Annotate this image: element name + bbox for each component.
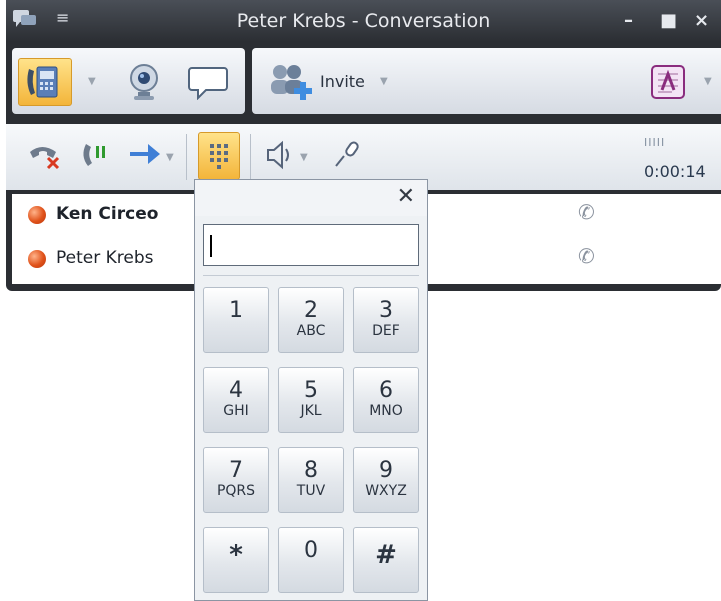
key-letters: ABC [296, 323, 326, 339]
participant-name: Peter Krebs [56, 248, 154, 268]
key-letters: MNO [369, 403, 403, 419]
presence-busy-icon [28, 250, 46, 268]
close-dialpad-button[interactable]: ✕ [397, 184, 415, 209]
maximize-button[interactable]: ■ [660, 10, 677, 31]
dial-key-1[interactable]: 1 [203, 287, 269, 353]
phone-call-button[interactable] [18, 58, 72, 106]
dial-key-4[interactable]: 4 GHI [203, 367, 269, 433]
dial-key-0[interactable]: 0 [278, 527, 344, 593]
dial-key-2[interactable]: 2 ABC [278, 287, 344, 353]
dial-number-input[interactable] [203, 224, 419, 266]
key-digit: 4 [229, 378, 243, 403]
window-title: Peter Krebs - Conversation [236, 10, 491, 32]
dial-key-9[interactable]: 9 WXYZ [353, 447, 419, 513]
key-letters: PQRS [216, 483, 256, 499]
toolbar-separator [186, 134, 187, 180]
dial-key-3[interactable]: 3 DEF [353, 287, 419, 353]
dial-pad-separator [203, 275, 419, 276]
phone-dropdown-icon[interactable]: ▼ [88, 76, 96, 87]
key-digit: 5 [304, 378, 318, 403]
transfer-dropdown-icon[interactable]: ▼ [166, 152, 174, 163]
onenote-icon[interactable] [648, 62, 688, 102]
key-digit: 1 [229, 298, 243, 323]
main-toolbar: ▼ Invite ▼ ▼ [6, 42, 721, 122]
key-digit: 0 [304, 538, 318, 563]
key-digit: 3 [379, 298, 393, 323]
communication-group: ▼ [12, 48, 245, 114]
handset-icon: ✆ [578, 200, 595, 224]
invite-group: Invite ▼ ▼ [252, 48, 721, 114]
key-digit: # [375, 540, 397, 570]
call-timer: 0:00:14 [644, 162, 706, 181]
onenote-dropdown-icon[interactable]: ▼ [704, 76, 712, 87]
microphone-icon[interactable] [332, 140, 362, 170]
signal-strength-indicator: IIIII [644, 136, 666, 149]
key-digit: 7 [229, 458, 243, 483]
dial-key-hash[interactable]: # [353, 527, 419, 593]
key-letters: DEF [372, 323, 400, 339]
webcam-icon[interactable] [126, 62, 162, 102]
dial-key-star[interactable]: * [203, 527, 269, 593]
dial-key-8[interactable]: 8 TUV [278, 447, 344, 513]
key-letters: GHI [223, 403, 249, 419]
key-letters: JKL [300, 403, 322, 419]
phone-call-icon [27, 66, 58, 98]
instant-message-icon[interactable] [188, 64, 228, 100]
dial-key-6[interactable]: 6 MNO [353, 367, 419, 433]
toolbar-separator [250, 134, 251, 180]
hold-icon[interactable] [78, 140, 110, 170]
close-button[interactable]: × [694, 10, 709, 31]
text-caret [210, 235, 212, 257]
key-digit: 6 [379, 378, 393, 403]
dial-pad-icon [210, 144, 228, 169]
title-bar[interactable]: ≡ Peter Krebs - Conversation – ■ × [6, 0, 721, 42]
dial-pad-header: ✕ [195, 180, 427, 216]
handset-icon: ✆ [578, 244, 595, 268]
key-letters: WXYZ [365, 483, 407, 499]
participant-name: Ken Circeo [56, 204, 159, 224]
invite-dropdown-icon[interactable]: ▼ [380, 76, 388, 87]
invite-people-icon[interactable] [266, 60, 314, 104]
key-digit: * [229, 540, 243, 570]
dial-pad-popup: ✕ 1 2 ABC 3 DEF 4 GHI 5 JKL 6 MNO 7 PQRS… [194, 179, 428, 601]
minimize-button[interactable]: – [624, 10, 633, 31]
key-letters: TUV [296, 483, 326, 499]
transfer-icon[interactable] [128, 140, 164, 170]
presence-busy-icon [28, 206, 46, 224]
speaker-icon[interactable] [264, 140, 294, 170]
key-digit: 2 [304, 298, 318, 323]
invite-button[interactable]: Invite [320, 72, 365, 91]
key-digit: 9 [379, 458, 393, 483]
dial-key-5[interactable]: 5 JKL [278, 367, 344, 433]
speaker-dropdown-icon[interactable]: ▼ [300, 152, 308, 163]
key-digit: 8 [304, 458, 318, 483]
dial-pad-button[interactable] [198, 132, 240, 180]
dial-key-7[interactable]: 7 PQRS [203, 447, 269, 513]
hang-up-icon[interactable] [26, 140, 62, 170]
